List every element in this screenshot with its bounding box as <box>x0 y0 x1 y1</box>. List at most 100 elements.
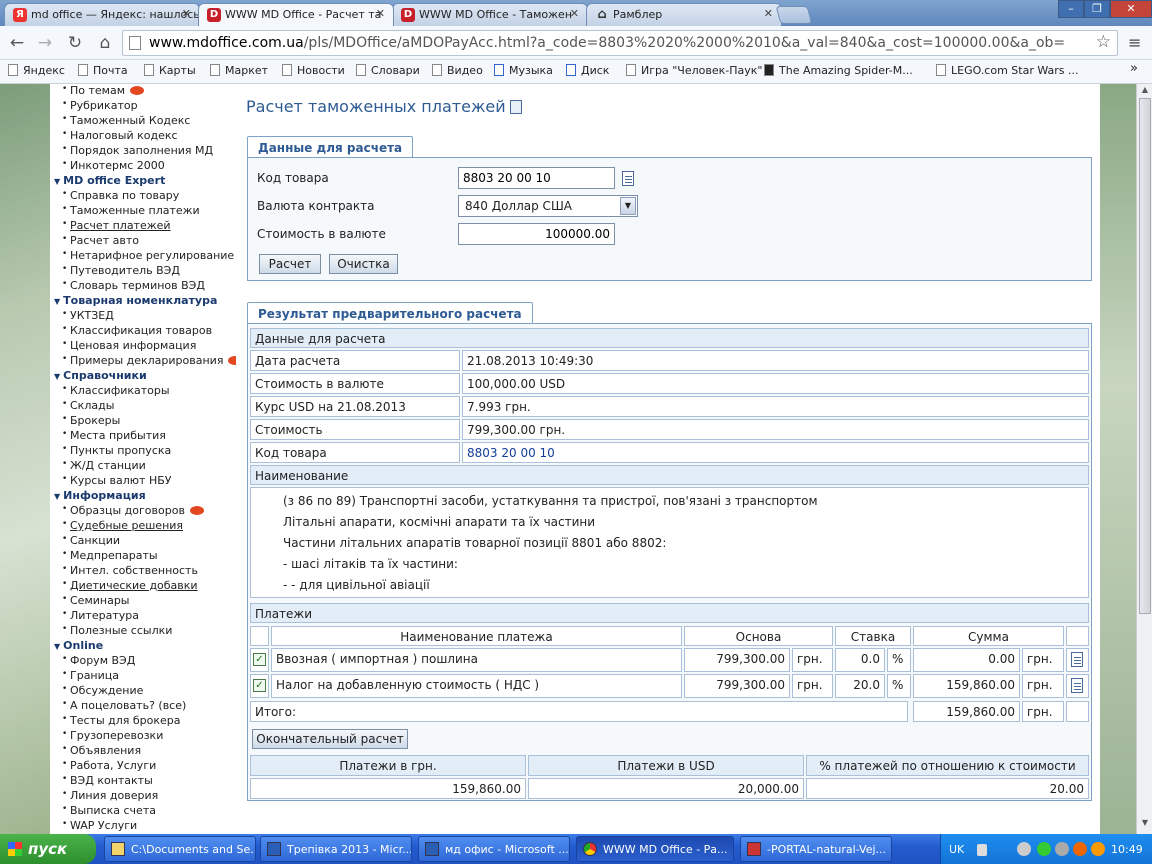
sidebar-item[interactable]: Обсуждение <box>50 684 143 699</box>
bookmark-mail[interactable]: Почта <box>78 64 128 77</box>
language-indicator[interactable]: UK <box>949 843 964 856</box>
close-icon[interactable]: ✕ <box>182 7 191 20</box>
sidebar-item[interactable]: Таможенные платежи <box>50 204 200 219</box>
sidebar-item[interactable]: ВЭД контакты <box>50 774 153 789</box>
bookmark-maps[interactable]: Карты <box>144 64 196 77</box>
back-icon[interactable]: ← <box>6 32 28 54</box>
sidebar-item[interactable]: Расчет платежей <box>50 219 171 234</box>
security-icon[interactable] <box>1091 842 1105 856</box>
expand-arrow-icon[interactable]: ▼ <box>54 642 60 651</box>
sidebar-item[interactable]: Нетарифное регулирование <box>50 249 234 264</box>
maximize-button[interactable]: ❐ <box>1084 0 1110 18</box>
sidebar-item[interactable]: Налоговый кодекс <box>50 129 178 144</box>
expand-arrow-icon[interactable]: ▼ <box>54 492 60 501</box>
tray-arrow-icon[interactable] <box>977 844 987 856</box>
sidebar-item[interactable]: Санкции <box>50 534 120 549</box>
sidebar-item[interactable]: Образцы договоров <box>50 504 204 519</box>
sidebar-item[interactable]: Выписка счета <box>50 804 156 819</box>
sidebar-item[interactable]: Порядок заполнения МД <box>50 144 213 159</box>
task-pdf-portal[interactable]: -PORTAL-natural-Vej... <box>740 836 892 862</box>
close-icon[interactable]: ✕ <box>570 7 579 20</box>
menu-icon[interactable]: ≡ <box>1128 33 1141 52</box>
printer-icon[interactable] <box>1017 842 1031 856</box>
sidebar-item[interactable]: Пункты пропуска <box>50 444 171 459</box>
payment-checkbox[interactable]: ✓ <box>253 679 266 692</box>
close-icon[interactable]: ✕ <box>764 7 773 20</box>
sidebar-item[interactable]: Справка по товару <box>50 189 179 204</box>
bookmark-music[interactable]: Музыка <box>494 64 553 77</box>
sidebar-item[interactable]: Классификаторы <box>50 384 170 399</box>
browser-tab-rambler[interactable]: ⌂ Рамблер ✕ <box>586 3 782 26</box>
expand-arrow-icon[interactable]: ▼ <box>54 297 60 306</box>
bookmarks-more-icon[interactable]: » <box>1130 61 1138 76</box>
scrollbar-thumb[interactable] <box>1139 98 1151 614</box>
scroll-down-icon[interactable]: ▼ <box>1139 818 1151 830</box>
sidebar-item[interactable]: Интел. собственность <box>50 564 198 579</box>
sidebar-item[interactable]: Форум ВЭД <box>50 654 135 669</box>
sidebar-item[interactable]: Линия доверия <box>50 789 158 804</box>
sidebar-item[interactable]: Рубрикатор <box>50 99 138 114</box>
sidebar-item[interactable]: По темам <box>50 84 145 99</box>
task-word-md-office[interactable]: мд офис - Microsoft ... <box>418 836 570 862</box>
browser-tab-md-office-calc[interactable]: D WWW MD Office - Расчет та ✕ <box>198 3 394 26</box>
expand-arrow-icon[interactable]: ▼ <box>54 177 60 186</box>
clear-button[interactable]: Очистка <box>329 254 398 274</box>
chevron-down-icon[interactable]: ▼ <box>620 197 636 215</box>
sidebar-item[interactable]: Классификация товаров <box>50 324 212 339</box>
bookmark-spiderman-game[interactable]: Игра "Человек-Паук" <box>626 64 762 77</box>
network-icon[interactable] <box>1055 842 1069 856</box>
cost-input[interactable] <box>458 223 615 245</box>
reload-icon[interactable]: ↻ <box>64 32 86 54</box>
bookmark-video[interactable]: Видео <box>432 64 483 77</box>
app-tray-icon[interactable] <box>1073 842 1087 856</box>
new-tab-button[interactable] <box>775 6 813 24</box>
sidebar-item[interactable]: Ценовая информация <box>50 339 196 354</box>
sidebar-item[interactable]: УКТЗЕД <box>50 309 114 324</box>
payment-details-icon[interactable] <box>1071 652 1083 667</box>
bookmark-market[interactable]: Маркет <box>210 64 268 77</box>
sidebar-section-header[interactable]: ▼ MD office Expert <box>50 174 165 189</box>
sidebar-item[interactable]: Литература <box>50 609 139 624</box>
bookmark-dictionaries[interactable]: Словари <box>356 64 420 77</box>
sidebar-item[interactable]: Диетические добавки <box>50 579 198 594</box>
payment-checkbox[interactable]: ✓ <box>253 653 266 666</box>
code-input[interactable] <box>458 167 615 189</box>
forward-icon[interactable]: → <box>34 32 56 54</box>
bookmark-amazing-spiderman[interactable]: The Amazing Spider-M... <box>764 64 913 77</box>
sidebar-item[interactable]: Расчет авто <box>50 234 139 249</box>
task-explorer[interactable]: C:\Documents and Se... <box>104 836 256 862</box>
sidebar-item[interactable]: Словарь терминов ВЭД <box>50 279 205 294</box>
browser-tab-md-office-customs[interactable]: D WWW MD Office - Таможен ✕ <box>392 3 588 26</box>
sidebar-item[interactable]: Медпрепараты <box>50 549 158 564</box>
sidebar-item[interactable]: Ж/Д станции <box>50 459 146 474</box>
start-button[interactable]: пуск <box>0 834 96 864</box>
bookmark-lego[interactable]: LEGO.com Star Wars ... <box>936 64 1079 77</box>
bookmark-news[interactable]: Новости <box>282 64 345 77</box>
sidebar-section-header[interactable]: ▼ Справочники <box>50 369 147 384</box>
sidebar-item[interactable]: Семинары <box>50 594 130 609</box>
home-icon[interactable]: ⌂ <box>94 32 116 54</box>
sidebar-item[interactable]: Примеры декларирования <box>50 354 236 369</box>
sidebar-item[interactable]: Путеводитель ВЭД <box>50 264 180 279</box>
sidebar-section-header[interactable]: ▼ Товарная номенклатура <box>50 294 217 309</box>
sidebar-item[interactable]: Таможенный Кодекс <box>50 114 190 129</box>
sidebar-item[interactable]: Работа, Услуги <box>50 759 156 774</box>
sidebar-item[interactable]: А поцеловать? (все) <box>50 699 186 714</box>
sidebar-item[interactable]: Места прибытия <box>50 429 166 444</box>
sidebar-item[interactable]: Курсы валют НБУ <box>50 474 171 489</box>
sidebar-item[interactable]: Объявления <box>50 744 141 759</box>
calculate-button[interactable]: Расчет <box>259 254 321 274</box>
sidebar-item[interactable]: Грузоперевозки <box>50 729 163 744</box>
sidebar-item[interactable]: Брокеры <box>50 414 120 429</box>
final-calculation-button[interactable]: Окончательный расчет <box>252 729 408 749</box>
sidebar-item[interactable]: Тесты для брокера <box>50 714 181 729</box>
browser-tab-yandex[interactable]: Я md office — Яндекс: нашлось ✕ <box>4 3 200 26</box>
task-word-trepivka[interactable]: Трепівка 2013 - Micr... <box>260 836 412 862</box>
bookmark-yandex[interactable]: Яндекс <box>8 64 65 77</box>
bookmark-star-icon[interactable]: ☆ <box>1096 32 1111 52</box>
document-icon[interactable] <box>509 100 522 114</box>
vertical-scrollbar[interactable]: ▲ ▼ <box>1136 84 1152 834</box>
sidebar-item[interactable]: Судебные решения <box>50 519 183 534</box>
sidebar-item[interactable]: Полезные ссылки <box>50 624 172 639</box>
bookmark-disk[interactable]: Диск <box>566 64 609 77</box>
